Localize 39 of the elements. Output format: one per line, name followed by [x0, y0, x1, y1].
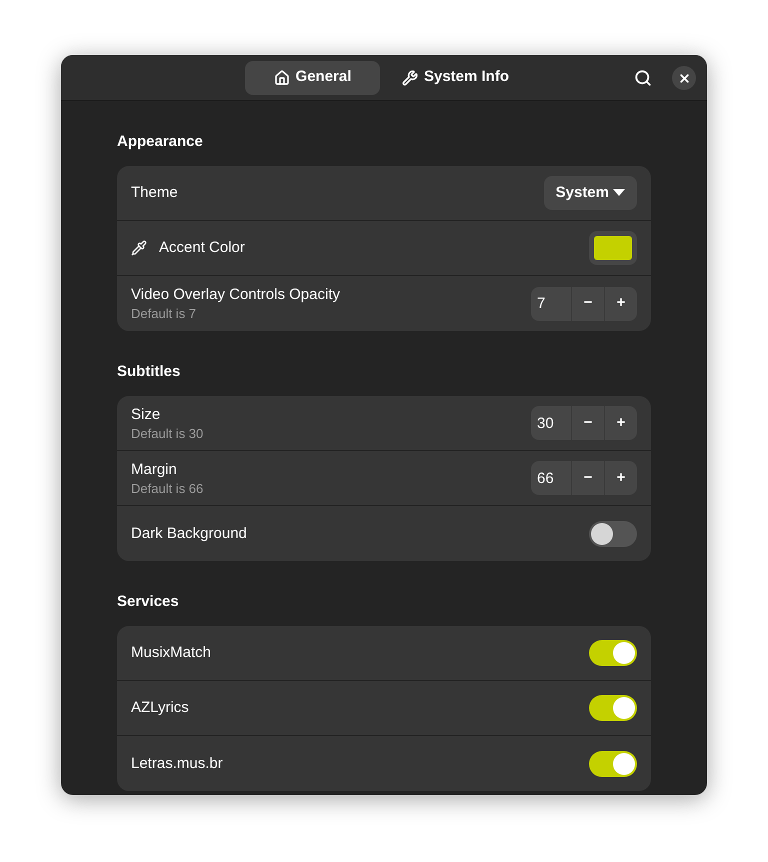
row-label: Dark Background: [131, 524, 247, 544]
close-icon: [678, 72, 690, 84]
number-field[interactable]: 30: [531, 406, 571, 440]
theme-dropdown[interactable]: System: [544, 176, 637, 210]
number-field[interactable]: 7: [531, 286, 571, 320]
row-label: Video Overlay Controls Opacity: [131, 285, 340, 305]
decrement-button[interactable]: −: [571, 461, 604, 495]
increment-button[interactable]: +: [604, 406, 637, 440]
wrench-icon: [402, 70, 418, 86]
toggle-switch[interactable]: [589, 520, 637, 546]
close-button[interactable]: [672, 66, 696, 90]
search-icon: [634, 69, 652, 87]
row-subtitle: Default is 30: [131, 424, 204, 442]
row-subtitle: Default is 7: [131, 305, 198, 322]
increment-button[interactable]: +: [604, 286, 637, 320]
decrement-button[interactable]: −: [571, 286, 604, 320]
toggle-switch[interactable]: [589, 750, 637, 776]
color-button[interactable]: [589, 231, 637, 265]
row-label: Margin: [131, 460, 178, 480]
row-subtitle: Default is 66: [131, 480, 204, 496]
section-heading: Appearance: [117, 132, 204, 152]
number-field[interactable]: 66: [531, 461, 571, 495]
row-label: Size: [131, 404, 162, 424]
home-icon: [274, 70, 290, 86]
row-label: MusixMatch: [131, 643, 212, 663]
caret-icon: [613, 189, 625, 197]
row-label: Accent Color: [159, 238, 245, 258]
row-label: Theme: [131, 183, 178, 203]
tab[interactable]: System Info: [386, 60, 526, 94]
row-label: AZLyrics: [131, 698, 189, 718]
section-heading: Subtitles: [117, 362, 182, 382]
row-label: Letras.mus.br: [131, 754, 223, 774]
section-heading: Services: [117, 592, 180, 612]
increment-button[interactable]: +: [604, 461, 637, 495]
tab[interactable]: General: [244, 60, 380, 94]
decrement-button[interactable]: −: [571, 406, 604, 440]
toggle-switch[interactable]: [589, 640, 637, 666]
eyedropper-icon: [131, 240, 147, 256]
toggle-switch[interactable]: [589, 695, 637, 721]
